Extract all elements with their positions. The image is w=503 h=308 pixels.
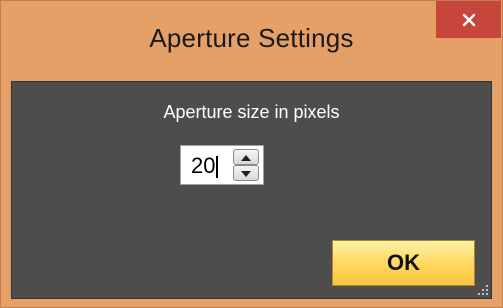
aperture-settings-window: Aperture Settings Aperture size in pixel… (0, 0, 503, 308)
title-bar[interactable]: Aperture Settings (1, 1, 502, 81)
aperture-size-value: 20 (191, 153, 216, 178)
increment-button[interactable] (233, 149, 259, 165)
aperture-size-stepper[interactable]: 20 (180, 145, 264, 185)
decrement-button[interactable] (233, 165, 259, 181)
dialog-content: Aperture size in pixels 20 OK (11, 81, 492, 299)
close-button[interactable] (436, 1, 501, 38)
arrow-down-icon (241, 164, 251, 182)
ok-button[interactable]: OK (332, 240, 475, 286)
resize-grip-icon[interactable] (475, 282, 489, 296)
text-caret (216, 156, 219, 179)
aperture-size-input[interactable]: 20 (191, 153, 219, 179)
close-icon (462, 13, 476, 27)
window-title: Aperture Settings (149, 23, 354, 53)
aperture-size-label: Aperture size in pixels (163, 102, 340, 122)
